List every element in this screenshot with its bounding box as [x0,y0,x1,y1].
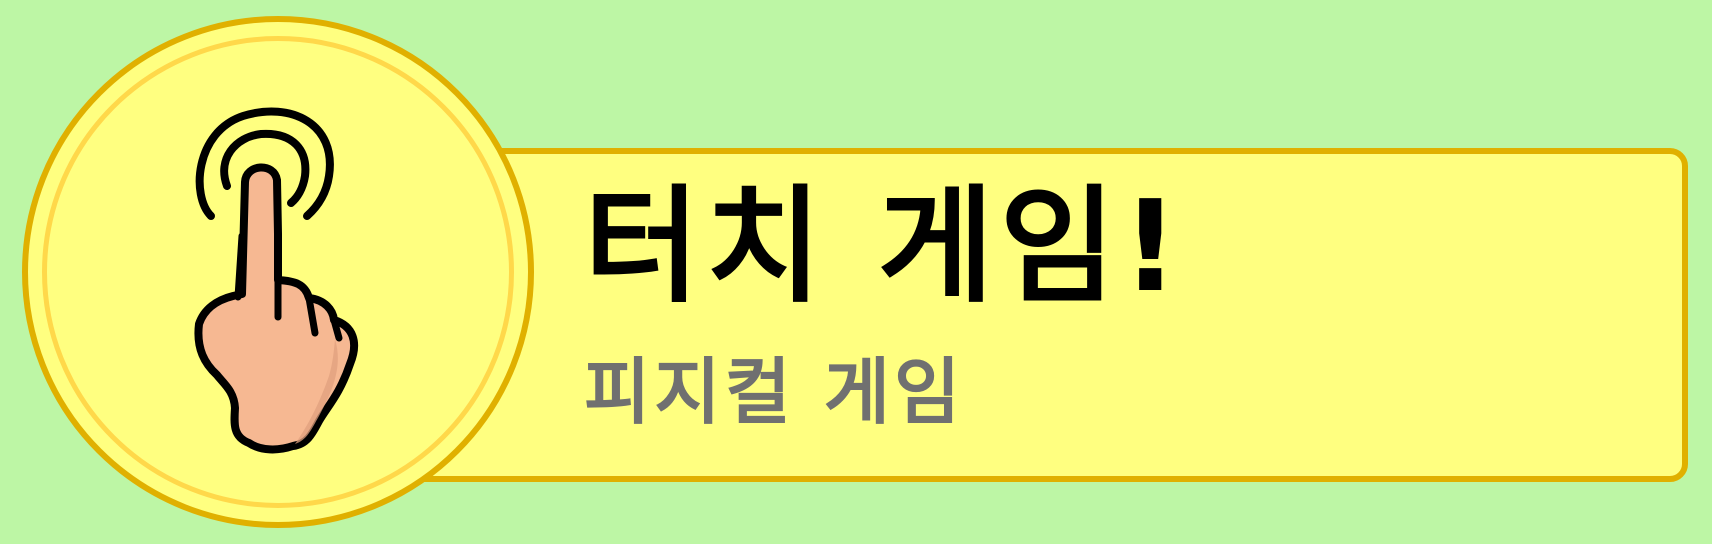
title-text: 터치 게임! [584,173,1186,320]
touch-game-banner[interactable]: 터치 게임! 피지컬 게임 [0,0,1712,544]
subtitle-text: 피지컬 게임 [584,350,965,434]
icon-badge [22,16,534,528]
touch-gesture-hand-icon [194,107,358,454]
